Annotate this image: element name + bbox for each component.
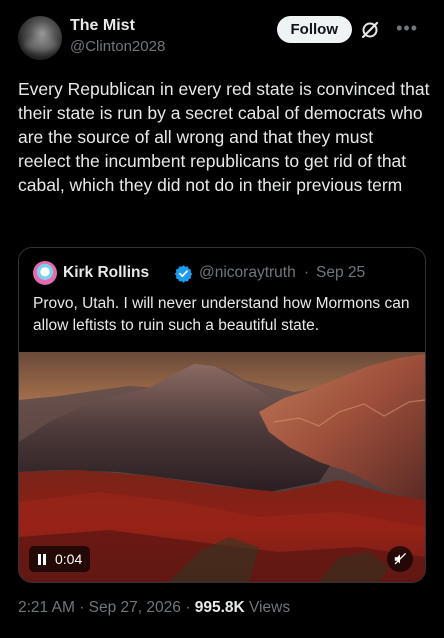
mute-icon: [394, 553, 406, 565]
views-label: Views: [249, 599, 291, 616]
quote-text: Provo, Utah. I will never understand how…: [33, 295, 410, 334]
more-icon[interactable]: •••: [396, 18, 418, 39]
quote-video[interactable]: 0:04: [19, 352, 425, 582]
grok-icon[interactable]: [360, 20, 380, 40]
author-handle[interactable]: @Clinton2028: [70, 38, 165, 55]
tweet-header: The Mist @Clinton2028 Follow •••: [18, 14, 432, 60]
tweet-text: Every Republican in every red state is c…: [18, 79, 430, 195]
tweet-meta: 2:21 AM · Sep 27, 2026 · 995.8K Views: [18, 599, 290, 617]
follow-button[interactable]: Follow: [276, 16, 352, 43]
pause-button[interactable]: 0:04: [29, 546, 91, 572]
meta-separator: ·: [79, 599, 85, 616]
quoted-tweet[interactable]: Kirk Rollins @nicoraytruth · Sep 25 Prov…: [18, 247, 426, 583]
quote-author-name[interactable]: Kirk Rollins: [63, 264, 149, 282]
meta-separator: ·: [185, 599, 191, 616]
quote-separator: ·: [304, 264, 310, 281]
author-name[interactable]: The Mist: [70, 17, 135, 35]
video-time: 0:04: [55, 551, 83, 567]
quote-date[interactable]: Sep 25: [316, 264, 365, 282]
post-date[interactable]: Sep 27, 2026: [89, 599, 181, 616]
quote-author-handle[interactable]: @nicoraytruth: [199, 264, 296, 282]
quote-avatar[interactable]: [33, 261, 57, 285]
post-time[interactable]: 2:21 AM: [18, 599, 75, 616]
verified-badge-icon: [174, 264, 193, 283]
views-count[interactable]: 995.8K: [195, 599, 245, 616]
pause-icon: [37, 553, 47, 565]
mute-button[interactable]: [387, 546, 413, 572]
avatar[interactable]: [18, 16, 62, 60]
